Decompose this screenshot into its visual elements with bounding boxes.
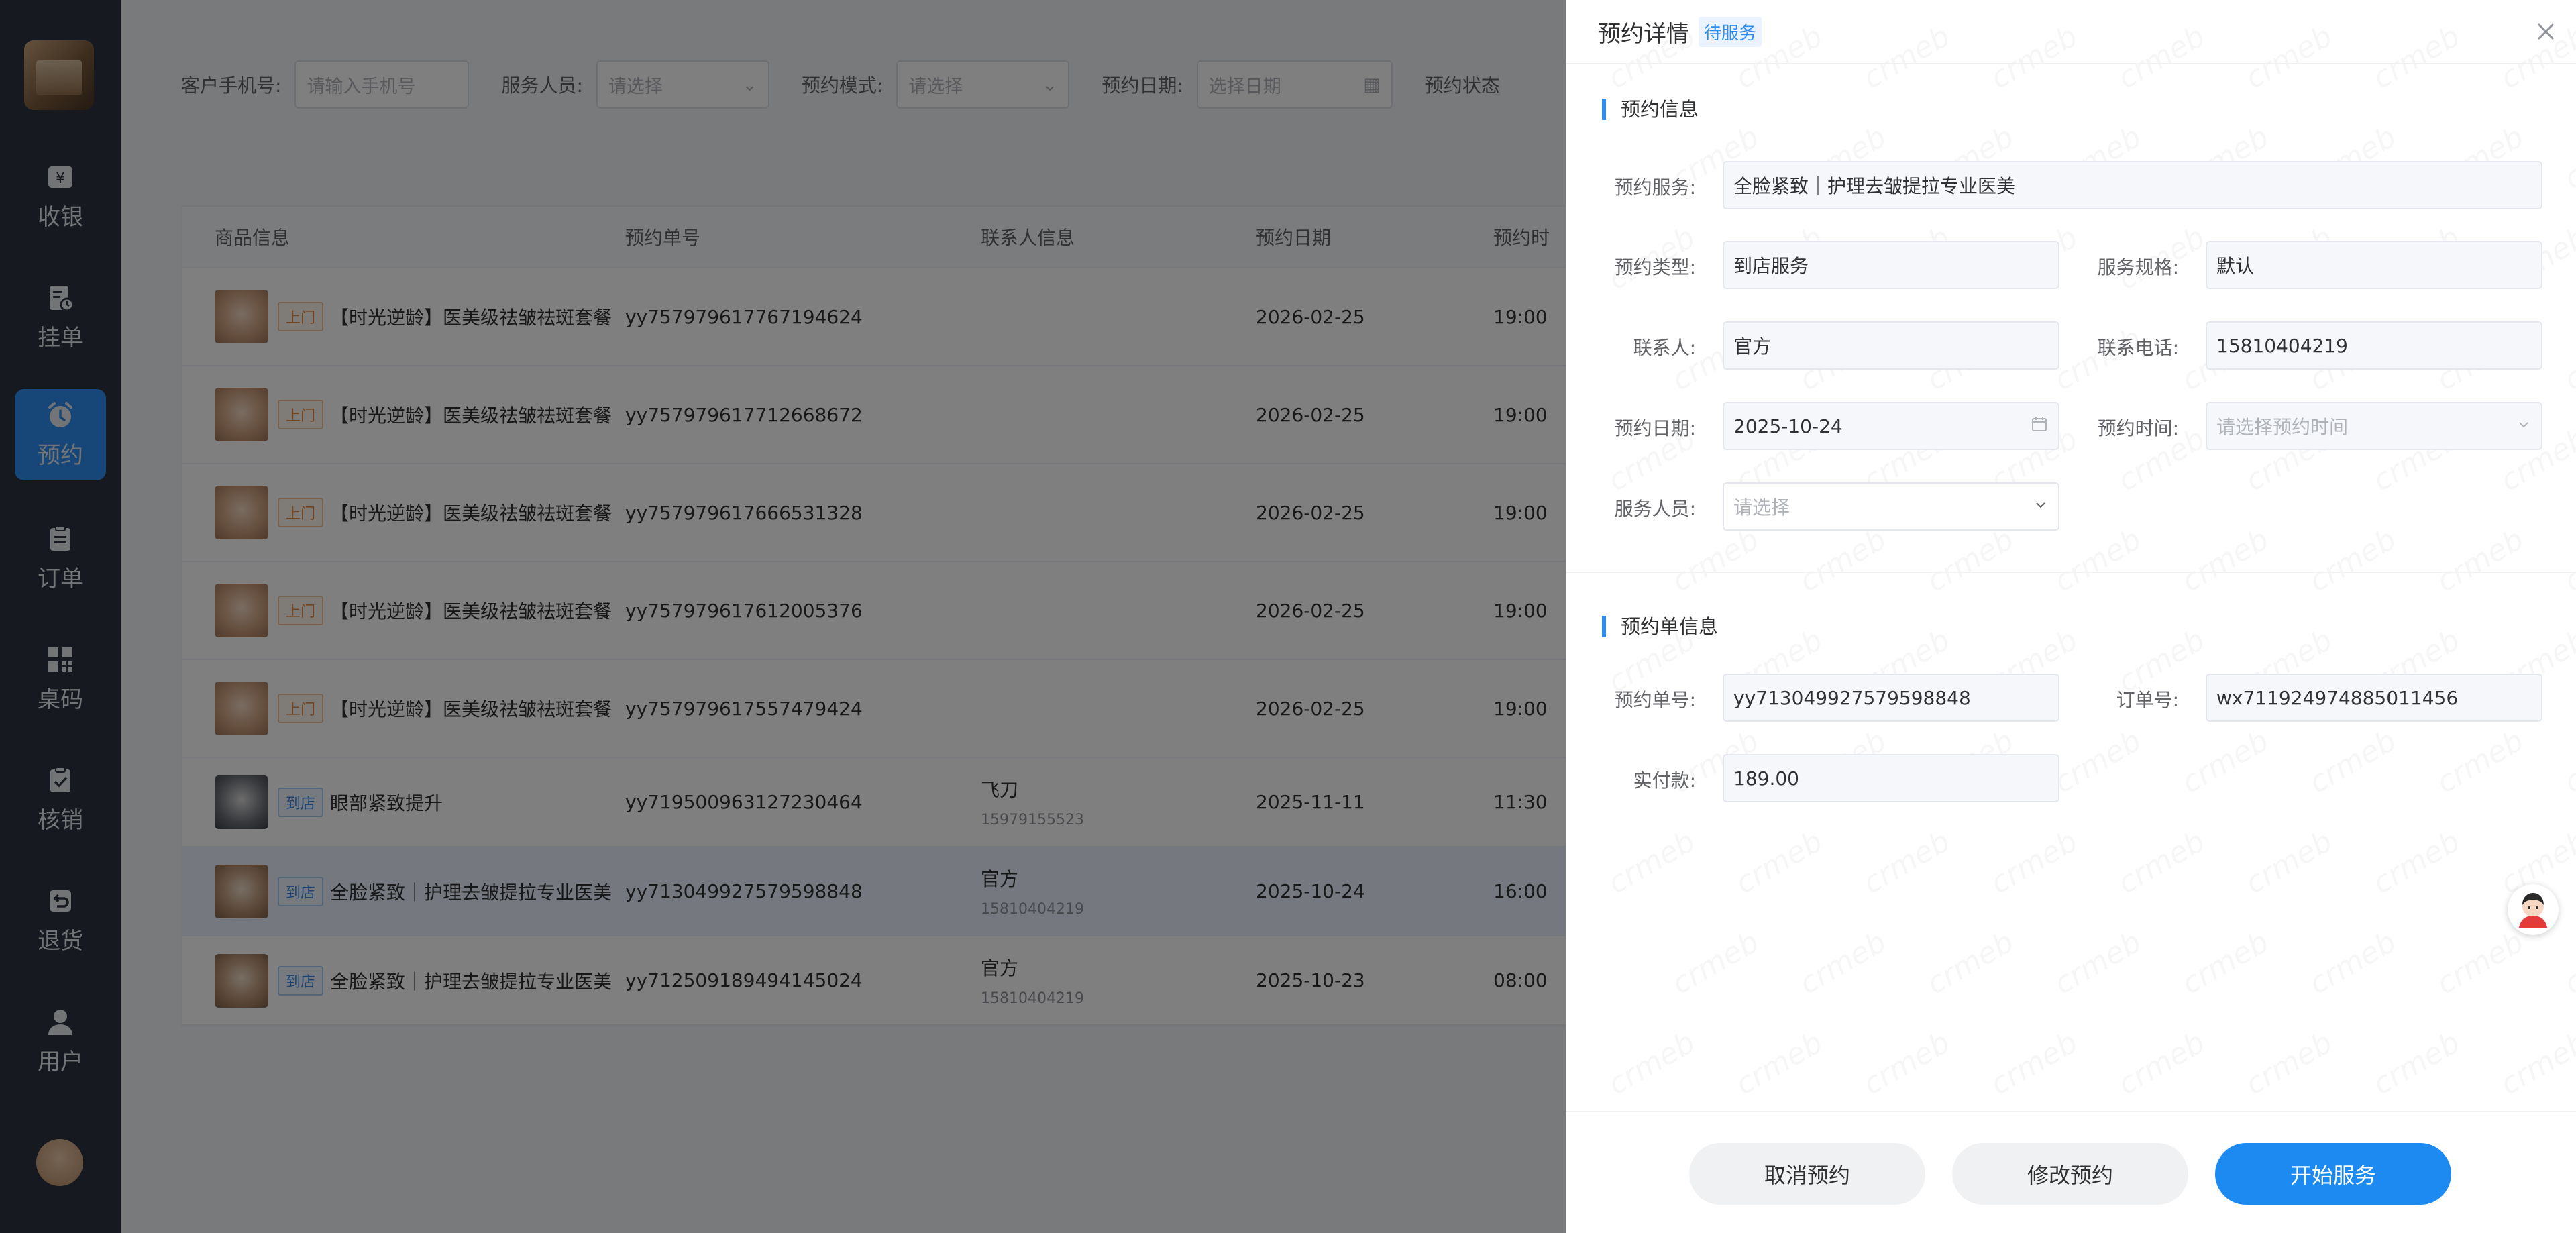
watermark-text: crmeb	[1921, 924, 2020, 1001]
paid-value: 189.00	[1733, 767, 1799, 790]
spec-value: 默认	[2216, 255, 2255, 277]
time-select[interactable]: 请选择预约时间	[2206, 402, 2542, 450]
watermark-text: crmeb	[1985, 1025, 2084, 1102]
date-value: 2025-10-24	[1733, 415, 1843, 437]
watermark-text: crmeb	[2495, 1025, 2576, 1102]
watermark-text: crmeb	[2112, 1025, 2211, 1102]
close-icon[interactable]	[2533, 19, 2559, 44]
watermark-text: crmeb	[2559, 321, 2576, 397]
watermark-text: crmeb	[2049, 723, 2147, 800]
trade-no-value: wx711924974885011456	[2216, 686, 2459, 709]
order-no-label: 预约单号:	[1614, 689, 1696, 711]
watermark-text: crmeb	[1730, 1025, 1829, 1102]
chevron-down-icon	[2033, 496, 2049, 518]
status-badge: 待服务	[1699, 16, 1762, 47]
trade-no-label: 订单号:	[2116, 689, 2179, 711]
time-label: 预约时间:	[2097, 417, 2179, 439]
drawer-title: 预约详情	[1598, 20, 1689, 48]
watermark-text: crmeb	[2559, 119, 2576, 196]
watermark-text: crmeb	[2240, 1025, 2339, 1102]
date-picker[interactable]: 2025-10-24	[1723, 402, 2059, 450]
watermark-text: crmeb	[1985, 824, 2084, 900]
start-service-button[interactable]: 开始服务	[2215, 1143, 2451, 1205]
section-divider	[1566, 572, 2576, 573]
watermark-text: crmeb	[1794, 924, 1892, 1001]
contact-label: 联系人:	[1633, 337, 1696, 359]
watermark-text: crmeb	[1794, 522, 1892, 598]
watermark-text: crmeb	[2431, 522, 2530, 598]
drawer-header: 预约详情 待服务	[1566, 0, 2576, 64]
watermark-text: crmeb	[2049, 924, 2147, 1001]
watermark-text: crmeb	[2176, 522, 2275, 598]
date-label: 预约日期:	[1614, 417, 1696, 439]
watermark-text: crmeb	[2431, 924, 2530, 1001]
contact-value: 官方	[1733, 335, 1772, 358]
watermark-text: crmeb	[2559, 522, 2576, 598]
section-title-booking-info: 预约信息	[1602, 99, 1699, 120]
phone-value: 15810404219	[2216, 334, 2348, 357]
modal-overlay[interactable]	[0, 0, 1566, 1233]
phone-label: 联系电话:	[2097, 337, 2179, 359]
spec-field: 默认	[2206, 241, 2542, 289]
watermark-text: crmeb	[2176, 924, 2275, 1001]
customer-service-icon[interactable]	[2508, 884, 2559, 935]
order-no-field: yy713049927579598848	[1723, 674, 2059, 722]
booking-detail-drawer: crmeb crmeb crmeb crmeb crmeb crmeb crmeb crmeb…	[1566, 0, 2576, 1233]
watermark-text: crmeb	[2431, 723, 2530, 800]
watermark-text: crmeb	[1603, 1025, 1701, 1102]
contact-field: 官方	[1723, 321, 2059, 370]
watermark-text: crmeb	[2304, 723, 2402, 800]
calendar-icon	[2030, 415, 2049, 438]
watermark-text: crmeb	[2304, 924, 2402, 1001]
paid-label: 实付款:	[1633, 769, 1696, 792]
watermark-text: crmeb	[1858, 1025, 1956, 1102]
watermark-text: crmeb	[2112, 824, 2211, 900]
watermark-text: crmeb	[1666, 522, 1765, 598]
service-label: 预约服务:	[1614, 176, 1696, 199]
paid-field: 189.00	[1723, 754, 2059, 802]
cancel-booking-button[interactable]: 取消预约	[1689, 1143, 1925, 1205]
watermark-text: crmeb	[1603, 824, 1701, 900]
order-no-value: yy713049927579598848	[1733, 686, 1971, 709]
modify-booking-button[interactable]: 修改预约	[1952, 1143, 2188, 1205]
chevron-down-icon	[2516, 415, 2532, 437]
trade-no-field: wx711924974885011456	[2206, 674, 2542, 722]
watermark-text: crmeb	[2176, 723, 2275, 800]
watermark-text: crmeb	[2240, 824, 2339, 900]
watermark-text: crmeb	[2304, 522, 2402, 598]
watermark-text: crmeb	[2559, 723, 2576, 800]
section-title-order-info: 预约单信息	[1602, 616, 1718, 637]
watermark-text: crmeb	[2367, 1025, 2466, 1102]
type-label: 预约类型:	[1614, 256, 1696, 278]
staff-placeholder: 请选择	[1733, 496, 1790, 519]
service-value: 全脸紧致｜护理去皱提拉专业医美	[1733, 175, 2016, 197]
watermark-text: crmeb	[1921, 522, 2020, 598]
spec-label: 服务规格:	[2097, 256, 2179, 278]
type-value: 到店服务	[1733, 255, 1809, 277]
type-field: 到店服务	[1723, 241, 2059, 289]
watermark-text: crmeb	[1730, 824, 1829, 900]
phone-field: 15810404219	[2206, 321, 2542, 370]
watermark-text: crmeb	[2367, 824, 2466, 900]
staff-label: 服务人员:	[1614, 498, 1696, 520]
watermark-text: crmeb	[2049, 522, 2147, 598]
watermark-text: crmeb	[2559, 924, 2576, 1001]
time-placeholder: 请选择预约时间	[2216, 416, 2349, 438]
watermark-text: crmeb	[1858, 824, 1956, 900]
service-field: 全脸紧致｜护理去皱提拉专业医美	[1723, 161, 2542, 209]
watermark-text: crmeb	[1666, 924, 1765, 1001]
staff-select[interactable]: 请选择	[1723, 482, 2059, 531]
